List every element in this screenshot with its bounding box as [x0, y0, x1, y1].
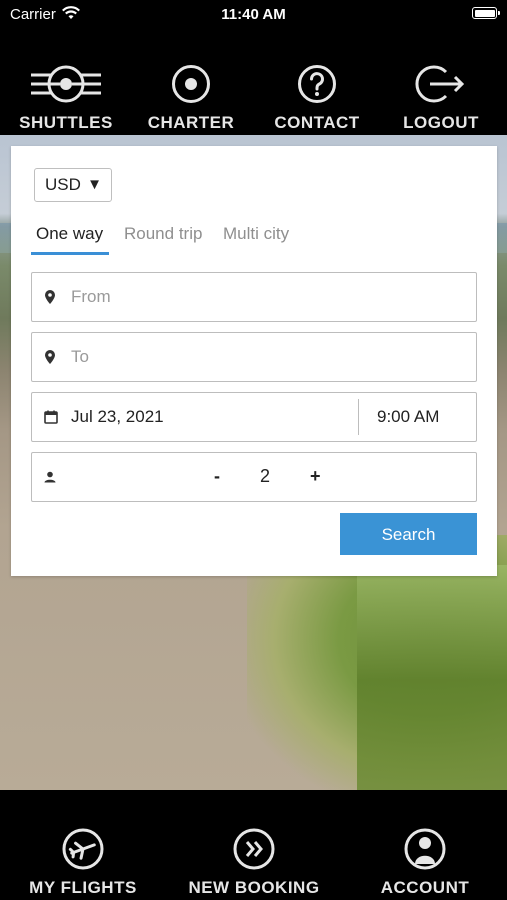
airplane-icon — [62, 828, 104, 875]
passenger-count: 2 — [260, 466, 271, 486]
battery-icon — [472, 7, 500, 19]
status-bar: Carrier 11:40 AM — [0, 0, 507, 30]
nav-charter[interactable]: CHARTER — [128, 30, 254, 135]
booking-card: USD ▼ One way Round trip Multi city From… — [11, 146, 497, 576]
location-pin-icon — [44, 350, 56, 369]
caret-down-icon: ▼ — [87, 176, 102, 193]
nav-label: CONTACT — [274, 113, 360, 132]
active-tab-indicator — [31, 252, 109, 255]
date-value[interactable]: Jul 23, 2021 — [71, 407, 164, 427]
nav-label: LOGOUT — [403, 113, 479, 132]
search-button[interactable]: Search — [340, 513, 477, 555]
charter-icon — [171, 64, 211, 109]
nav-logout[interactable]: LOGOUT — [378, 30, 504, 135]
nav-new-booking[interactable]: NEW BOOKING — [178, 790, 330, 900]
nav-label: ACCOUNT — [380, 878, 470, 897]
calendar-icon — [44, 410, 58, 429]
nav-account[interactable]: ACCOUNT — [366, 790, 484, 900]
from-field[interactable]: From — [31, 272, 477, 322]
clock: 11:40 AM — [221, 6, 286, 23]
nav-label: SHUTTLES — [19, 113, 113, 132]
increment-button[interactable]: + — [310, 466, 321, 487]
currency-select[interactable]: USD ▼ — [34, 168, 112, 202]
location-pin-icon — [44, 290, 56, 309]
nav-label: CHARTER — [147, 113, 235, 132]
to-placeholder: To — [71, 347, 89, 366]
account-icon — [404, 828, 446, 875]
tab-one-way[interactable]: One way — [36, 224, 103, 244]
divider — [358, 399, 359, 435]
nav-my-flights[interactable]: MY FLIGHTS — [10, 790, 156, 900]
time-value[interactable]: 9:00 AM — [377, 407, 439, 427]
logout-icon — [414, 64, 468, 109]
date-time-field: Jul 23, 2021 9:00 AM — [31, 392, 477, 442]
shuttles-icon — [29, 64, 103, 109]
nav-label: NEW BOOKING — [188, 878, 320, 897]
decrement-button[interactable]: - — [214, 466, 220, 487]
fast-forward-icon — [233, 828, 275, 875]
nav-shuttles[interactable]: SHUTTLES — [3, 30, 129, 135]
nav-contact[interactable]: CONTACT — [254, 30, 380, 135]
passenger-field: - 2 + — [31, 452, 477, 502]
person-icon — [44, 470, 56, 488]
bottom-nav: MY FLIGHTS NEW BOOKING ACCOUNT — [0, 790, 507, 900]
top-nav: SHUTTLES CHARTER CONTACT LOGOUT — [0, 30, 507, 135]
currency-value: USD — [45, 175, 81, 194]
to-field[interactable]: To — [31, 332, 477, 382]
nav-label: MY FLIGHTS — [29, 878, 137, 897]
tab-round-trip[interactable]: Round trip — [124, 224, 202, 244]
from-placeholder: From — [71, 287, 111, 306]
tab-multi-city[interactable]: Multi city — [223, 224, 289, 244]
contact-icon — [297, 64, 337, 109]
